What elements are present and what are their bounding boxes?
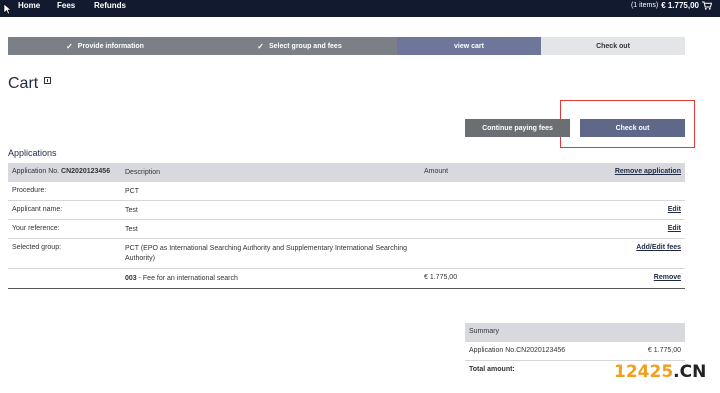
fee-text: - Fee for an international search [136, 275, 238, 282]
application-label: Application No. [12, 168, 60, 175]
step-view-cart: view cart [397, 37, 541, 55]
row-label: Procedure: [12, 187, 47, 194]
table-row: Procedure: PCT [8, 182, 685, 201]
step-label: view cart [454, 42, 484, 50]
cart-item-count: (1 items) [630, 2, 659, 9]
summary-line-label: Application No.CN2020123456 [469, 347, 566, 354]
checkmark-icon: ✓ [66, 41, 73, 51]
checkmark-icon: ✓ [257, 41, 264, 51]
row-value: Test [125, 226, 138, 233]
info-icon[interactable] [44, 77, 51, 84]
nav-home-link[interactable]: Home [18, 1, 40, 10]
step-select-group-and-fees: ✓ Select group and fees [202, 37, 397, 55]
check-out-button[interactable]: Check out [580, 119, 685, 137]
row-value: PCT [125, 188, 139, 195]
top-navigation-bar: Home Fees Refunds (1 items) € 1.775,00 [0, 0, 720, 17]
step-check-out: Check out [541, 37, 685, 55]
site-watermark: 12425.CN [614, 362, 706, 382]
watermark-domain: .CN [673, 362, 707, 382]
cart-total-amount: € 1.775,00 [661, 1, 699, 10]
fee-row: 003 - Fee for an international search € … [8, 269, 685, 289]
row-label: Applicant name: [12, 206, 63, 213]
table-row: Applicant name: Test Edit [8, 201, 685, 220]
remove-application-link[interactable]: Remove application [615, 168, 681, 175]
shopping-cart-icon[interactable] [702, 1, 712, 10]
total-amount-label: Total amount: [469, 366, 515, 373]
row-label: Your reference: [12, 225, 60, 232]
applications-table: Application No. CN2020123456 Description… [8, 163, 685, 289]
summary-line-amount: € 1.775,00 [647, 347, 681, 354]
row-label: Selected group: [12, 244, 62, 251]
summary-line: Application No.CN2020123456 € 1.775,00 [465, 342, 685, 361]
row-value: Test [125, 207, 138, 214]
page-title: Cart [8, 75, 39, 92]
fee-amount: € 1.775,00 [424, 274, 458, 281]
edit-applicant-link[interactable]: Edit [668, 206, 681, 213]
application-number-header: Application No. CN2020123456 [12, 168, 110, 175]
description-header: Description [125, 169, 161, 176]
table-row: Your reference: Test Edit [8, 220, 685, 239]
step-label: Check out [596, 42, 630, 50]
step-provide-information: ✓ Provide information [8, 37, 202, 55]
table-header-row: Application No. CN2020123456 Description… [8, 163, 685, 182]
continue-paying-fees-button[interactable]: Continue paying fees [465, 119, 570, 137]
mouse-cursor-icon [3, 3, 11, 15]
applications-heading: Applications [8, 148, 57, 158]
amount-header: Amount [424, 168, 449, 175]
nav-fees-link[interactable]: Fees [57, 1, 75, 10]
header-cart-summary[interactable]: (1 items) € 1.775,00 [631, 1, 712, 10]
nav-refunds-link[interactable]: Refunds [94, 1, 126, 10]
summary-title: Summary [465, 323, 685, 342]
remove-fee-link[interactable]: Remove [654, 274, 681, 281]
watermark-number: 12425 [614, 362, 674, 382]
fee-code: 003 [125, 275, 137, 282]
checkout-progress-steps: ✓ Provide information ✓ Select group and… [8, 37, 685, 55]
row-value: PCT (EPO as International Searching Auth… [125, 245, 407, 262]
fee-description: 003 - Fee for an international search [125, 274, 415, 284]
edit-reference-link[interactable]: Edit [668, 225, 681, 232]
step-label: Select group and fees [268, 42, 342, 50]
add-edit-fees-link[interactable]: Add/Edit fees [636, 244, 681, 251]
table-row: Selected group: PCT (EPO as Internationa… [8, 239, 685, 269]
step-label: Provide information [77, 42, 144, 50]
application-number: CN2020123456 [61, 168, 111, 175]
